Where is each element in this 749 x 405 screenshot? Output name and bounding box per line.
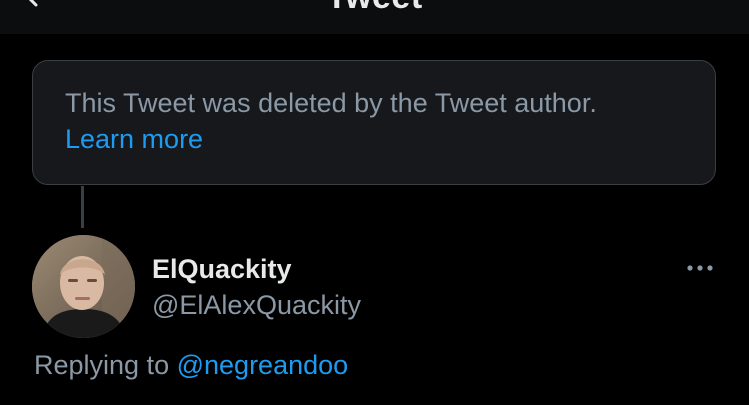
replying-to-line: Replying to @negreandoo bbox=[34, 350, 348, 381]
learn-more-link[interactable]: Learn more bbox=[65, 121, 685, 157]
username[interactable]: @ElAlexQuackity bbox=[152, 290, 361, 321]
more-horizontal-icon[interactable] bbox=[682, 258, 718, 278]
avatar[interactable] bbox=[32, 235, 135, 338]
top-navigation-bar: Tweet bbox=[0, 0, 749, 34]
page-title: Tweet bbox=[0, 0, 749, 17]
replying-to-label: Replying to bbox=[34, 350, 170, 380]
display-name[interactable]: ElQuackity bbox=[152, 254, 292, 285]
deleted-notice-text: This Tweet was deleted by the Tweet auth… bbox=[65, 88, 597, 118]
thread-connector-line bbox=[81, 186, 84, 228]
deleted-tweet-notice: This Tweet was deleted by the Tweet auth… bbox=[32, 60, 716, 185]
replying-to-handle-link[interactable]: @negreandoo bbox=[177, 350, 349, 380]
